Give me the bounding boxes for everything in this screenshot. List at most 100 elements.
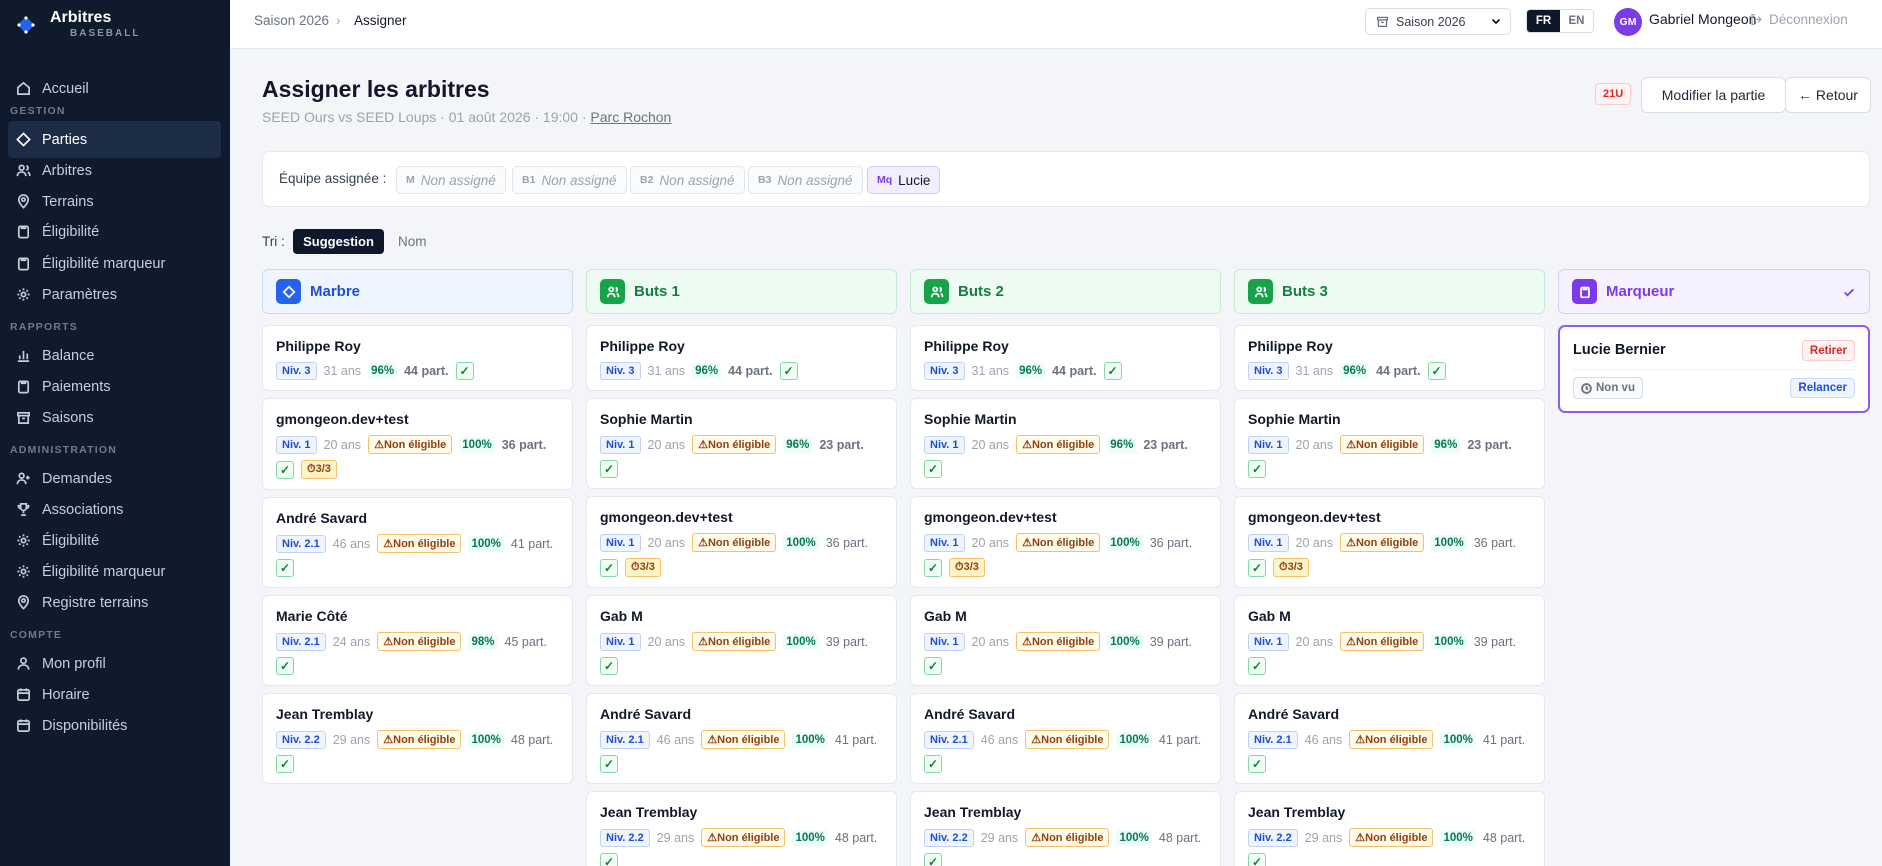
slot-buts-1[interactable]: B1 Non assigné — [512, 166, 627, 194]
avatar[interactable]: GM — [1614, 8, 1642, 36]
referee-meta: Niv. 3 31 ans 96% 44 part. ✓ — [1248, 362, 1531, 380]
slot-marqueur[interactable]: Mq Lucie — [867, 166, 941, 194]
referee-name: Sophie Martin — [600, 411, 693, 427]
referee-name: Gab M — [600, 608, 643, 624]
gear-icon — [16, 564, 31, 579]
column-header-buts-2: Buts 2 — [910, 269, 1221, 314]
calendar-icon — [16, 718, 31, 733]
app-title: Arbitres — [50, 9, 112, 26]
availability-percent: 100% — [468, 731, 504, 748]
app-subtitle: BASEBALL — [70, 28, 141, 39]
games-count: 41 part. — [834, 732, 878, 747]
games-count: 44 part. — [404, 364, 449, 378]
referee-meta: Niv. 1 20 ans ⚠Non éligible 100% 36 part. ✓ ⏱3… — [924, 533, 1207, 577]
referee-card[interactable]: André Savard Niv. 2.1 46 ans ⚠Non éligible 1… — [1234, 693, 1545, 784]
referee-card[interactable]: gmongeon.dev+test Niv. 1 20 ans ⚠Non éligib… — [586, 496, 897, 588]
slot-marbre[interactable]: M Non assigné — [396, 166, 506, 194]
age-text: 20 ans — [647, 535, 686, 550]
referee-card[interactable]: André Savard Niv. 2.1 46 ans ⚠Non éligible 1… — [586, 693, 897, 784]
slot-buts-3[interactable]: B3 Non assigné — [748, 166, 863, 194]
level-badge: Niv. 1 — [600, 632, 641, 651]
referee-card[interactable]: André Savard Niv. 2.1 46 ans ⚠Non éligible 1… — [910, 693, 1221, 784]
games-count: 23 part. — [1467, 437, 1512, 452]
referee-card[interactable]: Philippe Roy Niv. 3 31 ans 96% 44 part. ✓ — [910, 325, 1221, 391]
column-list-buts-3: Philippe Roy Niv. 3 31 ans 96% 44 part. ✓ Soph… — [1234, 325, 1545, 866]
venue-link[interactable]: Parc Rochon — [590, 109, 671, 125]
referee-card[interactable]: gmongeon.dev+test Niv. 1 20 ans ⚠Non éligib… — [1234, 496, 1545, 588]
referee-card[interactable]: gmongeon.dev+test Niv. 1 20 ans ⚠Non éligib… — [262, 398, 573, 490]
count-label: 3/3 — [963, 561, 979, 573]
level-badge: Niv. 2.1 — [600, 730, 650, 749]
warning-icon: ⚠ — [1355, 734, 1366, 746]
back-button[interactable]: ← Retour — [1785, 77, 1871, 113]
referee-card[interactable]: Jean Tremblay Niv. 2.2 29 ans ⚠Non éligible… — [586, 791, 897, 866]
availability-percent: 96% — [783, 436, 813, 453]
referee-name: Jean Tremblay — [600, 804, 698, 820]
sidebar-item-parametres[interactable]: Paramètres — [8, 276, 221, 313]
referee-name: André Savard — [600, 706, 692, 722]
referee-card[interactable]: Jean Tremblay Niv. 2.2 29 ans ⚠Non éligible… — [262, 693, 573, 784]
remove-button[interactable]: Retirer — [1801, 340, 1855, 361]
referee-card[interactable]: Gab M Niv. 1 20 ans ⚠Non éligible 100% 39 par… — [910, 595, 1221, 686]
season-select-value: Saison 2026 — [1396, 14, 1466, 29]
logout-button[interactable]: Déconnexion — [1750, 12, 1848, 27]
referee-name: Sophie Martin — [924, 411, 1017, 427]
remind-button[interactable]: Relancer — [1790, 378, 1855, 398]
timer-icon: ⏱ — [631, 561, 640, 573]
availability-percent: 100% — [1116, 731, 1152, 748]
referee-card[interactable]: Philippe Roy Niv. 3 31 ans 96% 44 part. ✓ — [262, 325, 573, 391]
referee-card[interactable]: André Savard Niv. 2.1 46 ans ⚠Non éligible 1… — [262, 497, 573, 588]
referee-meta: Niv. 2.2 29 ans ⚠Non éligible 100% 48 part. ✓ — [600, 828, 883, 866]
games-count: 44 part. — [1052, 364, 1097, 378]
ineligible-badge: ⚠Non éligible — [1016, 435, 1101, 454]
referee-card[interactable]: Sophie Martin Niv. 1 20 ans ⚠Non éligible 96… — [1234, 398, 1545, 489]
referee-meta: Niv. 2.2 29 ans ⚠Non éligible 100% 48 part. ✓ — [924, 828, 1207, 866]
age-text: 20 ans — [323, 437, 362, 452]
sidebar-item-registre-terrains[interactable]: Registre terrains — [8, 584, 221, 621]
users-icon — [600, 279, 625, 304]
sidebar-item-saisons[interactable]: Saisons — [8, 399, 221, 436]
level-badge: Niv. 1 — [1248, 533, 1289, 552]
availability-percent: 96% — [1340, 363, 1370, 379]
referee-card[interactable]: gmongeon.dev+test Niv. 1 20 ans ⚠Non éligib… — [910, 496, 1221, 588]
ineligible-label: Non éligible — [1365, 832, 1428, 844]
breadcrumb-season-link[interactable]: Saison 2026 — [254, 13, 329, 28]
check-icon: ✓ — [600, 853, 618, 866]
sidebar-item-label: Paiements — [42, 378, 111, 395]
referee-name: Marie Côté — [276, 608, 348, 624]
sidebar-item-label: Disponibilités — [42, 717, 128, 734]
referee-card[interactable]: Sophie Martin Niv. 1 20 ans ⚠Non éligible 96… — [586, 398, 897, 489]
lang-en-button[interactable]: EN — [1560, 10, 1593, 32]
user-name[interactable]: Gabriel Mongeon — [1649, 11, 1756, 27]
season-select[interactable]: Saison 2026 — [1365, 8, 1511, 35]
referee-card[interactable]: Jean Tremblay Niv. 2.2 29 ans ⚠Non éligible… — [910, 791, 1221, 866]
referee-card[interactable]: Jean Tremblay Niv. 2.2 29 ans ⚠Non éligible… — [1234, 791, 1545, 866]
edit-game-button[interactable]: Modifier la partie — [1641, 77, 1786, 113]
diamond-icon — [276, 279, 301, 304]
assigned-name: Lucie Bernier — [1573, 342, 1666, 358]
sort-suggestion-button[interactable]: Suggestion — [293, 229, 384, 254]
level-badge: Niv. 3 — [924, 362, 965, 380]
sidebar-item-disponibilites[interactable]: Disponibilités — [8, 707, 221, 744]
referee-meta: Niv. 2.1 46 ans ⚠Non éligible 100% 41 part. ✓ — [1248, 730, 1531, 773]
check-icon: ✓ — [924, 657, 942, 675]
games-count: 41 part. — [510, 536, 554, 551]
games-count: 48 part. — [1482, 830, 1526, 845]
slot-buts-2[interactable]: B2 Non assigné — [630, 166, 745, 194]
referee-name: André Savard — [276, 510, 368, 526]
referee-card[interactable]: Philippe Roy Niv. 3 31 ans 96% 44 part. ✓ — [1234, 325, 1545, 391]
games-count: 48 part. — [834, 830, 878, 845]
sidebar-item-accueil[interactable]: Accueil — [8, 70, 221, 107]
gear-icon — [16, 287, 31, 302]
referee-meta: Niv. 1 20 ans ⚠Non éligible 96% 23 part. ✓ — [924, 435, 1207, 478]
lang-fr-button[interactable]: FR — [1527, 10, 1560, 32]
referee-card[interactable]: Sophie Martin Niv. 1 20 ans ⚠Non éligible 96… — [910, 398, 1221, 489]
referee-card[interactable]: Philippe Roy Niv. 3 31 ans 96% 44 part. ✓ — [586, 325, 897, 391]
column-list-buts-2: Philippe Roy Niv. 3 31 ans 96% 44 part. ✓ Soph… — [910, 325, 1221, 866]
referee-card[interactable]: Marie Côté Niv. 2.1 24 ans ⚠Non éligible 98%… — [262, 595, 573, 686]
sort-name-button[interactable]: Nom — [398, 234, 427, 249]
referee-meta: Niv. 1 20 ans ⚠Non éligible 96% 23 part. ✓ — [1248, 435, 1531, 478]
referee-card[interactable]: Gab M Niv. 1 20 ans ⚠Non éligible 100% 39 par… — [1234, 595, 1545, 686]
referee-card[interactable]: Gab M Niv. 1 20 ans ⚠Non éligible 100% 39 par… — [586, 595, 897, 686]
user-icon — [16, 656, 31, 671]
